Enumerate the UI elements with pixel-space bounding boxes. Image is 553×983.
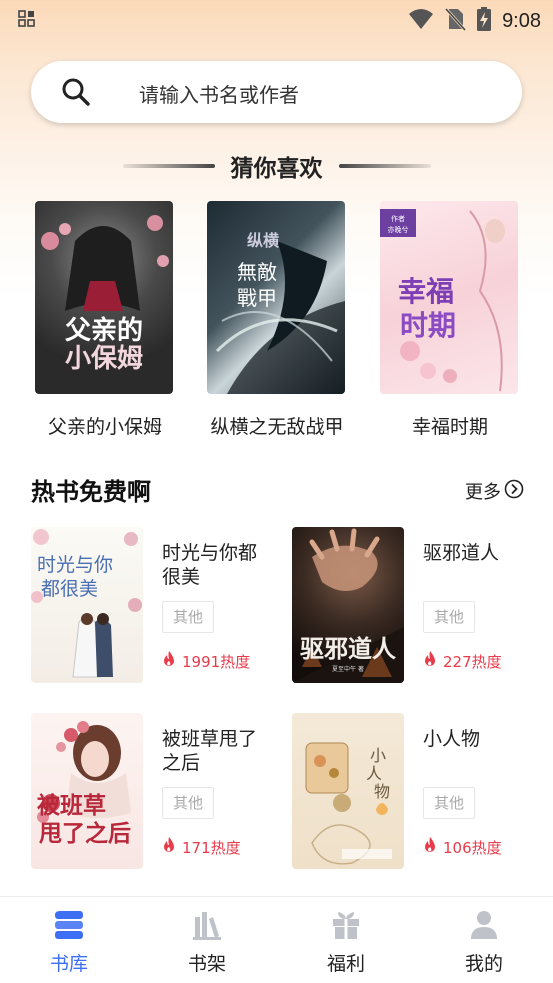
app-grid-icon bbox=[18, 10, 36, 32]
svg-text:父亲的: 父亲的 bbox=[65, 315, 143, 346]
heat-count: 1991热度 bbox=[182, 652, 251, 671]
svg-text:無敵: 無敵 bbox=[237, 260, 277, 284]
svg-text:时期: 时期 bbox=[400, 309, 456, 342]
heat-indicator: 1991热度 bbox=[162, 650, 250, 672]
tab-mine[interactable]: 我的 bbox=[415, 897, 553, 983]
more-label: 更多 bbox=[465, 482, 501, 503]
tab-label: 我的 bbox=[464, 953, 503, 975]
svg-text:时光与你: 时光与你 bbox=[37, 554, 113, 576]
more-link[interactable]: 更多 bbox=[465, 478, 524, 504]
svg-text:都很美: 都很美 bbox=[41, 578, 98, 600]
tab-bookshelf[interactable]: 书架 bbox=[138, 897, 276, 983]
divider-right bbox=[338, 164, 431, 168]
category-tag: 其他 bbox=[423, 601, 475, 633]
svg-text:作者: 作者 bbox=[391, 214, 405, 223]
flame-icon bbox=[162, 836, 176, 858]
bookshelf-icon bbox=[192, 909, 222, 945]
search-input[interactable]: 请输入书名或作者 bbox=[31, 61, 522, 123]
heat-indicator: 106热度 bbox=[423, 836, 502, 858]
category-tag: 其他 bbox=[162, 601, 214, 633]
user-icon bbox=[469, 909, 499, 945]
tab-label: 书库 bbox=[49, 953, 88, 975]
gift-icon bbox=[331, 909, 361, 945]
search-placeholder: 请输入书名或作者 bbox=[139, 83, 299, 107]
guess-section-header: 猜你喜欢 bbox=[0, 148, 553, 184]
wifi-icon bbox=[408, 8, 434, 34]
svg-text:纵横: 纵横 bbox=[247, 231, 280, 250]
svg-text:小保姆: 小保姆 bbox=[65, 344, 143, 374]
guess-book-item[interactable]: 纵横 無敵 戰甲 纵横之无敌战甲 bbox=[207, 201, 347, 438]
book-name[interactable]: 时光与你都很美 bbox=[162, 541, 274, 589]
guess-section-title: 猜你喜欢 bbox=[230, 156, 323, 182]
book-cover[interactable]: 时光与你 都很美 bbox=[31, 527, 143, 683]
bottom-tab-bar: 书库 书架 福利 我的 bbox=[0, 896, 553, 983]
category-tag: 其他 bbox=[162, 787, 214, 819]
svg-text:戰甲: 戰甲 bbox=[237, 286, 277, 310]
tab-label: 书架 bbox=[187, 953, 226, 975]
no-sim-icon bbox=[444, 7, 467, 35]
book-cover[interactable]: 作者 亦晚兮 幸福 时期 bbox=[380, 201, 518, 394]
tab-label: 福利 bbox=[326, 953, 365, 975]
hot-book-card[interactable]: 时光与你 都很美 时光与你都很美 其他 1991热度 bbox=[31, 527, 281, 683]
flame-icon bbox=[423, 836, 437, 858]
guess-book-title[interactable]: 幸福时期 bbox=[360, 412, 540, 439]
heat-indicator: 227热度 bbox=[423, 650, 502, 672]
book-name[interactable]: 驱邪道人 bbox=[423, 541, 535, 565]
guess-book-title[interactable]: 纵横之无敌战甲 bbox=[187, 412, 367, 439]
divider-left bbox=[122, 164, 215, 168]
heat-count: 106热度 bbox=[443, 838, 502, 857]
battery-charging-icon bbox=[476, 6, 492, 36]
svg-text:小: 小 bbox=[370, 746, 386, 765]
svg-text:夏至中午 著: 夏至中午 著 bbox=[332, 665, 364, 673]
category-tag: 其他 bbox=[423, 787, 475, 819]
book-cover[interactable]: 被班草 甩了之后 bbox=[31, 713, 143, 869]
library-icon bbox=[54, 909, 84, 945]
svg-text:甩了之后: 甩了之后 bbox=[39, 820, 131, 847]
tab-welfare[interactable]: 福利 bbox=[277, 897, 415, 983]
hot-section-title: 热书免费啊 bbox=[31, 478, 151, 506]
tab-library[interactable]: 书库 bbox=[0, 897, 138, 983]
svg-text:亦晚兮: 亦晚兮 bbox=[388, 225, 409, 234]
heat-count: 227热度 bbox=[443, 652, 502, 671]
svg-text:人: 人 bbox=[366, 764, 382, 783]
svg-text:幸福: 幸福 bbox=[398, 275, 454, 308]
book-cover[interactable]: 驱邪道人 夏至中午 著 bbox=[292, 527, 404, 683]
hot-book-card[interactable]: 驱邪道人 夏至中午 著 驱邪道人 其他 227热度 bbox=[292, 527, 542, 683]
svg-text:被班草: 被班草 bbox=[37, 792, 106, 819]
flame-icon bbox=[162, 650, 176, 672]
book-cover[interactable]: 小 人 物 bbox=[292, 713, 404, 869]
heat-count: 171热度 bbox=[182, 838, 241, 857]
svg-text:驱邪道人: 驱邪道人 bbox=[300, 634, 396, 663]
chevron-right-circle-icon bbox=[504, 479, 524, 503]
search-icon bbox=[61, 77, 91, 111]
book-name[interactable]: 小人物 bbox=[423, 727, 535, 751]
guess-book-item[interactable]: 父亲的 小保姆 父亲的小保姆 bbox=[35, 201, 175, 438]
guess-book-title[interactable]: 父亲的小保姆 bbox=[15, 412, 195, 439]
hot-book-card[interactable]: 小 人 物 小人物 其他 106热度 bbox=[292, 713, 542, 869]
flame-icon bbox=[423, 650, 437, 672]
book-cover[interactable]: 父亲的 小保姆 bbox=[35, 201, 173, 394]
hot-book-card[interactable]: 被班草 甩了之后 被班草甩了之后 其他 171热度 bbox=[31, 713, 281, 869]
book-cover[interactable]: 纵横 無敵 戰甲 bbox=[207, 201, 345, 394]
status-bar: 9:08 bbox=[0, 0, 553, 40]
guess-book-item[interactable]: 作者 亦晚兮 幸福 时期 幸福时期 bbox=[380, 201, 520, 438]
heat-indicator: 171热度 bbox=[162, 836, 241, 858]
status-time: 9:08 bbox=[502, 9, 541, 32]
svg-text:物: 物 bbox=[374, 782, 390, 801]
book-name[interactable]: 被班草甩了之后 bbox=[162, 727, 274, 775]
